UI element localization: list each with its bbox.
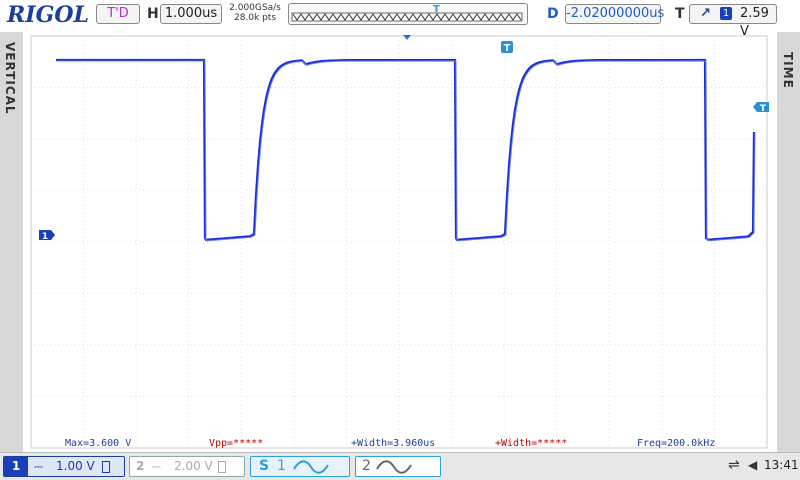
horizontal-label: H (147, 6, 159, 22)
delay-label: D (547, 6, 559, 22)
memory-depth: 28.0k pts (233, 13, 277, 23)
bandwidth-icon (102, 461, 110, 473)
math2-number: 2 (362, 458, 371, 474)
overview-trigger-marker: T (433, 4, 440, 15)
brand-logo: RIGOL (7, 2, 89, 28)
time-tab-label: TIME (781, 52, 795, 89)
graticule (30, 35, 768, 449)
channel1-trace-shadow (57, 60, 756, 242)
measure-vpp[interactable]: Vpp=***** (209, 437, 263, 451)
measure-max[interactable]: Max=3.600 V (65, 437, 131, 451)
measure-pos-width[interactable]: +Width=3.960us (351, 437, 435, 451)
svg-text:T: T (504, 43, 511, 54)
channel1-number: 1 (4, 457, 28, 476)
trigger-position-marker[interactable] (403, 35, 411, 40)
rising-edge-icon: ↗ (700, 6, 711, 21)
trigger-label: T (675, 6, 685, 22)
vertical-menu-tab[interactable]: VERTICAL (0, 32, 23, 452)
waveform-display[interactable]: T T 1 (23, 32, 777, 452)
dc-coupling-icon: ⎓ (34, 460, 43, 473)
channel-bar: 1 ⎓ 1.00 V 2 ⎓ 2.00 V S 1 2 ⇌ ◀ 13:41 (0, 452, 800, 480)
trigger-settings[interactable]: ↗ 1 2.59 V (689, 4, 777, 39)
channel2-scale: 2.00 V (174, 459, 213, 473)
sample-rate: 2.000GSa/s (229, 3, 281, 13)
channel1-ground-marker[interactable]: 1 (39, 230, 55, 242)
top-status-bar: RIGOL T'D H 1.000us 2.000GSa/s 28.0k pts… (0, 0, 800, 39)
bandwidth-icon (218, 461, 226, 473)
waveform-overview[interactable]: T (288, 3, 528, 25)
clock: 13:41 (764, 458, 799, 472)
channel2-number: 2 (136, 459, 145, 473)
trigger-delay-value[interactable]: -2.02000000us (565, 4, 664, 24)
speaker-icon[interactable]: ◀ (748, 458, 757, 472)
sine-wave-icon (293, 460, 329, 474)
overview-waveform (291, 12, 523, 22)
math1-label: S (259, 458, 270, 474)
usb-icon: ⇌ (728, 457, 740, 473)
math2-button[interactable]: 2 (355, 456, 441, 477)
run-status[interactable]: T'D (96, 4, 140, 24)
trigger-time-marker[interactable]: T (501, 41, 513, 54)
measure-freq[interactable]: Freq=200.0kHz (637, 437, 715, 451)
channel1-trace (56, 58, 756, 241)
channel1-scale: 1.00 V (56, 459, 95, 473)
time-menu-tab[interactable]: TIME (777, 32, 800, 452)
math1-number: 1 (277, 458, 286, 474)
svg-text:1: 1 (42, 232, 48, 242)
dc-coupling-icon: ⎓ (152, 460, 161, 473)
svg-text:T: T (760, 104, 767, 114)
sample-rate-info: 2.000GSa/s 28.0k pts (228, 3, 282, 23)
measure-width[interactable]: +Width=***** (495, 437, 567, 451)
sine-wave-icon (376, 460, 412, 474)
trigger-source: 1 (720, 7, 732, 20)
math1-button[interactable]: S 1 (250, 456, 350, 477)
channel2-button[interactable]: 2 ⎓ 2.00 V (129, 456, 245, 477)
channel1-button[interactable]: 1 ⎓ 1.00 V (3, 456, 125, 477)
measurement-bar: Max=3.600 V Vpp=***** +Width=3.960us +Wi… (23, 437, 777, 451)
timebase-value[interactable]: 1.000us (160, 4, 222, 24)
vertical-tab-label: VERTICAL (3, 42, 17, 115)
